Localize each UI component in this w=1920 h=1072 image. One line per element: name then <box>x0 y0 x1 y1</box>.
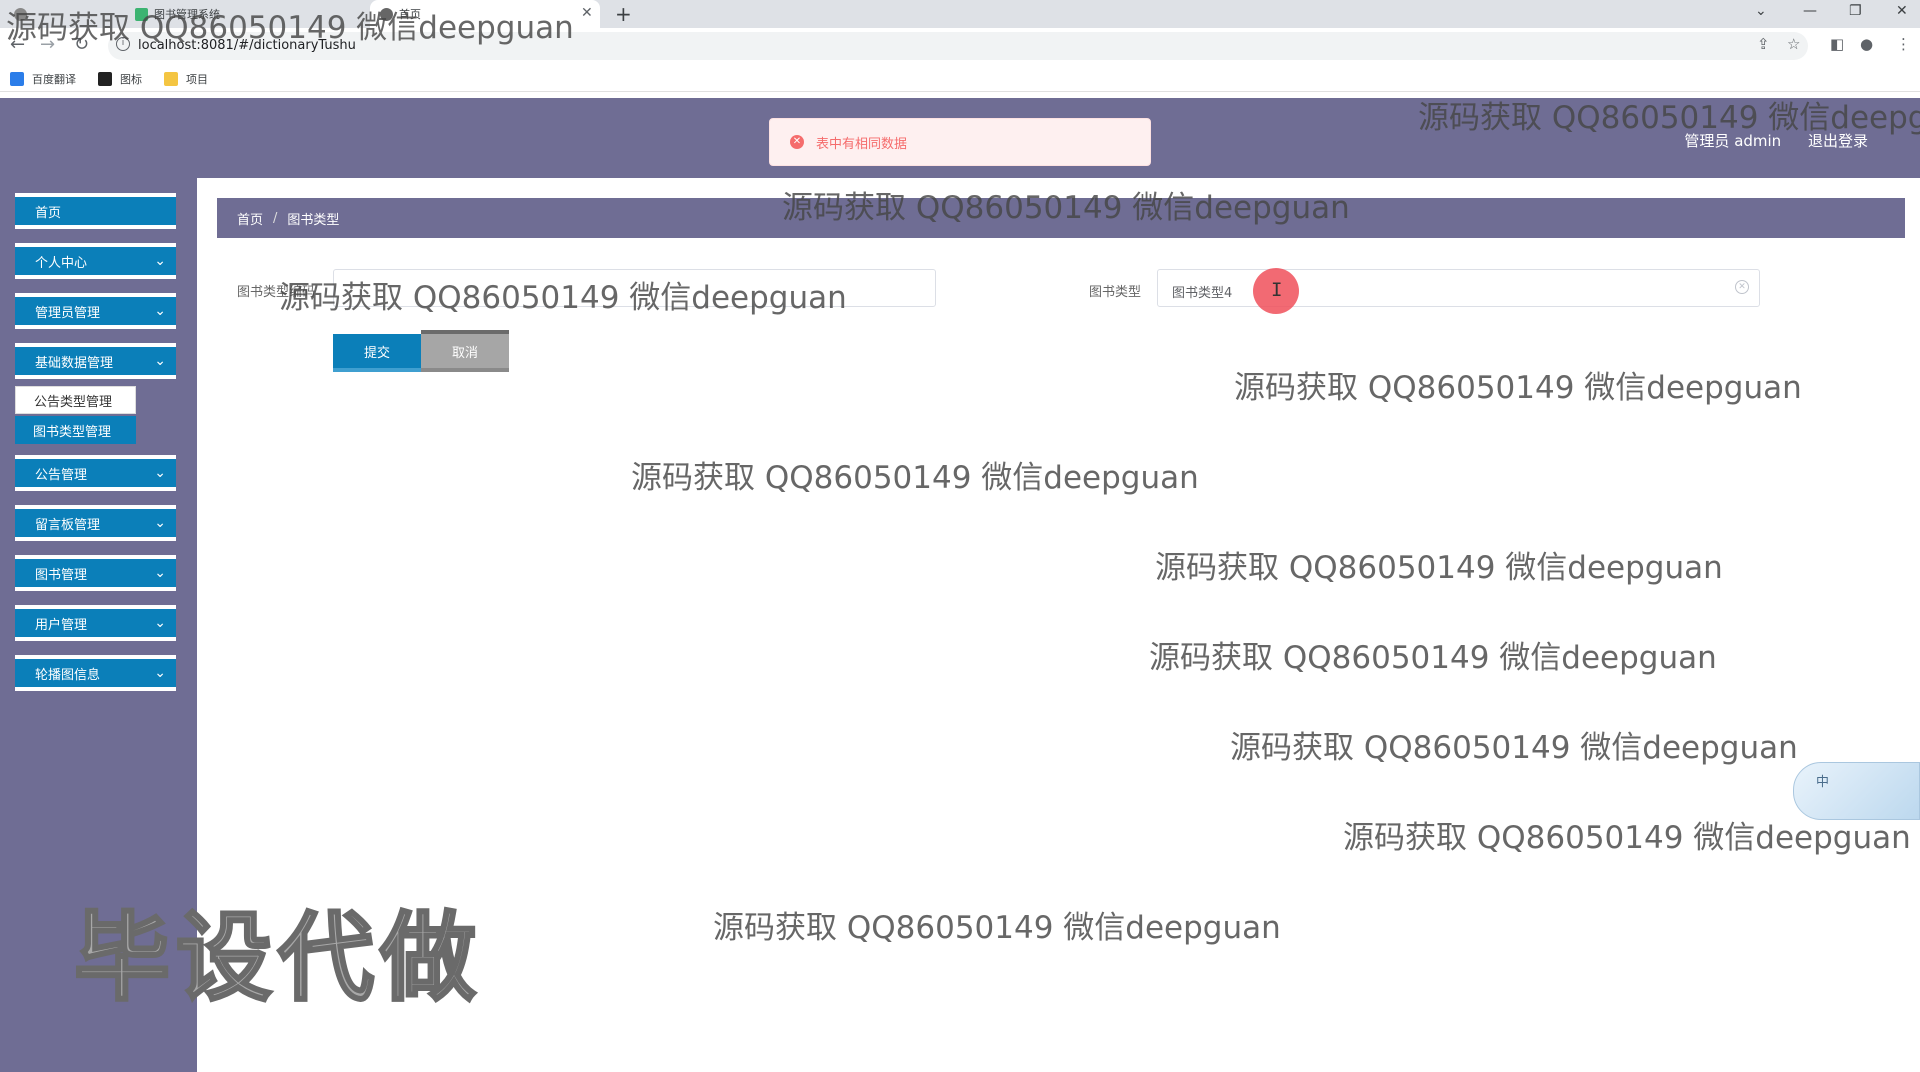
sidebar-item-message-board[interactable]: 留言板管理 ⌄ <box>15 505 176 541</box>
cancel-button-label: 取消 <box>451 345 478 361</box>
breadcrumb-separator: / <box>273 210 278 226</box>
translate-icon <box>10 72 24 86</box>
watermark-text: 源码获取 QQ86050149 微信deepguan <box>1234 370 1802 406</box>
sidebar-item-base-data[interactable]: 基础数据管理 ⌄ <box>15 343 176 379</box>
sidebar-item-personal-center[interactable]: 个人中心 ⌄ <box>15 243 176 279</box>
bookmarks-bar: 百度翻译 图标 项目 <box>0 64 1920 92</box>
error-circle-icon: ✕ <box>790 135 804 149</box>
input-value: 图书类型4 <box>1172 286 1233 301</box>
sidebar-item-label: 公告管理 <box>35 467 88 483</box>
sidebar-item-admin-management[interactable]: 管理员管理 ⌄ <box>15 293 176 329</box>
ime-widget[interactable]: 中 <box>1793 762 1920 820</box>
sidebar-item-label: 首页 <box>35 205 62 221</box>
tab-close-icon[interactable]: ✕ <box>581 5 593 21</box>
side-panel-icon[interactable]: ◧ <box>1830 35 1844 53</box>
new-tab-icon[interactable]: + <box>615 2 632 26</box>
cancel-button[interactable]: 取消 <box>421 330 509 372</box>
chevron-down-icon: ⌄ <box>154 565 166 581</box>
chevron-down-icon: ⌄ <box>154 303 166 319</box>
profile-icon[interactable]: ● <box>1860 35 1873 53</box>
watermark-text: 源码获取 QQ86050149 微信deepguan <box>279 280 847 316</box>
sidebar-item-label: 个人中心 <box>35 255 88 271</box>
bookmark-project[interactable]: 项目 <box>164 71 208 87</box>
click-indicator: I <box>1253 268 1299 314</box>
watermark-text: 源码获取 QQ86050149 微信deepguan <box>1230 730 1798 766</box>
sidebar-item-users[interactable]: 用户管理 ⌄ <box>15 605 176 641</box>
sidebar-item-label: 轮播图信息 <box>35 667 101 683</box>
watermark-text: 源码获取 QQ86050149 微信deepguan <box>1149 640 1717 676</box>
watermark-text: 源码获取 QQ86050149 微信deepguan <box>1155 550 1723 586</box>
bookmark-icons[interactable]: 图标 <box>98 71 142 87</box>
sidebar-subitem-notice-types[interactable]: 公告类型管理 <box>15 386 136 414</box>
text-cursor-icon: I <box>1271 279 1283 301</box>
bookmark-label: 百度翻译 <box>32 73 76 86</box>
submit-button[interactable]: 提交 <box>333 330 421 372</box>
sidebar-subitem-book-types[interactable]: 图书类型管理 <box>15 416 136 444</box>
breadcrumb-current: 图书类型 <box>287 212 340 228</box>
submit-button-label: 提交 <box>363 345 390 361</box>
bookmark-label: 图标 <box>120 73 142 86</box>
chevron-up-icon: ⌄ <box>154 353 166 369</box>
bookmark-label: 项目 <box>186 73 208 86</box>
ime-mode-label: 中 <box>1816 775 1830 790</box>
sidebar-item-home[interactable]: 首页 <box>15 193 176 229</box>
error-toast: ✕ 表中有相同数据 <box>769 118 1151 166</box>
sidebar-item-notices[interactable]: 公告管理 ⌄ <box>15 455 176 491</box>
restore-icon[interactable]: ❐ <box>1849 3 1862 19</box>
toast-message: 表中有相同数据 <box>816 136 908 152</box>
sidebar-item-carousel[interactable]: 轮播图信息 ⌄ <box>15 655 176 691</box>
chevron-down-icon: ⌄ <box>154 665 166 681</box>
icon-site-icon <box>98 72 112 86</box>
bookmark-star-icon[interactable]: ☆ <box>1787 35 1800 53</box>
watermark-text: 源码获取 QQ86050149 微信deepgu <box>1418 100 1920 136</box>
breadcrumb-home[interactable]: 首页 <box>237 209 263 228</box>
clear-input-icon[interactable]: ✕ <box>1735 280 1749 294</box>
field-label-book-type: 图书类型 <box>1089 285 1142 300</box>
book-type-input[interactable]: 图书类型4 ✕ <box>1157 269 1760 307</box>
sidebar-item-label: 基础数据管理 <box>35 355 114 371</box>
chevron-down-icon: ⌄ <box>154 615 166 631</box>
watermark-text: 源码获取 QQ86050149 微信deepguan <box>782 190 1350 226</box>
watermark-text: 源码获取 QQ86050149 微信deepguan <box>631 460 1199 496</box>
close-window-icon[interactable]: ✕ <box>1896 3 1908 19</box>
share-icon[interactable]: ⇪ <box>1757 35 1770 53</box>
bookmark-baidu-translate[interactable]: 百度翻译 <box>10 71 76 87</box>
sidebar-item-label: 用户管理 <box>35 617 88 633</box>
sidebar-item-books[interactable]: 图书管理 ⌄ <box>15 555 176 591</box>
chevron-down-icon: ⌄ <box>154 515 166 531</box>
chevron-down-icon: ⌄ <box>154 253 166 269</box>
sidebar-subitem-label: 公告类型管理 <box>34 394 113 410</box>
folder-icon <box>164 72 178 86</box>
stamp-text: 毕设代做 <box>73 901 482 1016</box>
sidebar-item-label: 管理员管理 <box>35 305 101 321</box>
tab-search-icon[interactable]: ⌄ <box>1755 3 1767 19</box>
minimize-icon[interactable]: — <box>1803 3 1817 19</box>
chevron-down-icon: ⌄ <box>154 465 166 481</box>
watermark-text: 源码获取 QQ86050149 微信deepguan <box>713 910 1281 946</box>
sidebar-subitem-label: 图书类型管理 <box>33 424 112 440</box>
watermark-text: 源码获取 QQ86050149 微信deepguan <box>6 10 574 46</box>
sidebar-item-label: 图书管理 <box>35 567 88 583</box>
sidebar-item-label: 留言板管理 <box>35 517 101 533</box>
menu-dots-icon[interactable]: ⋮ <box>1896 35 1911 53</box>
